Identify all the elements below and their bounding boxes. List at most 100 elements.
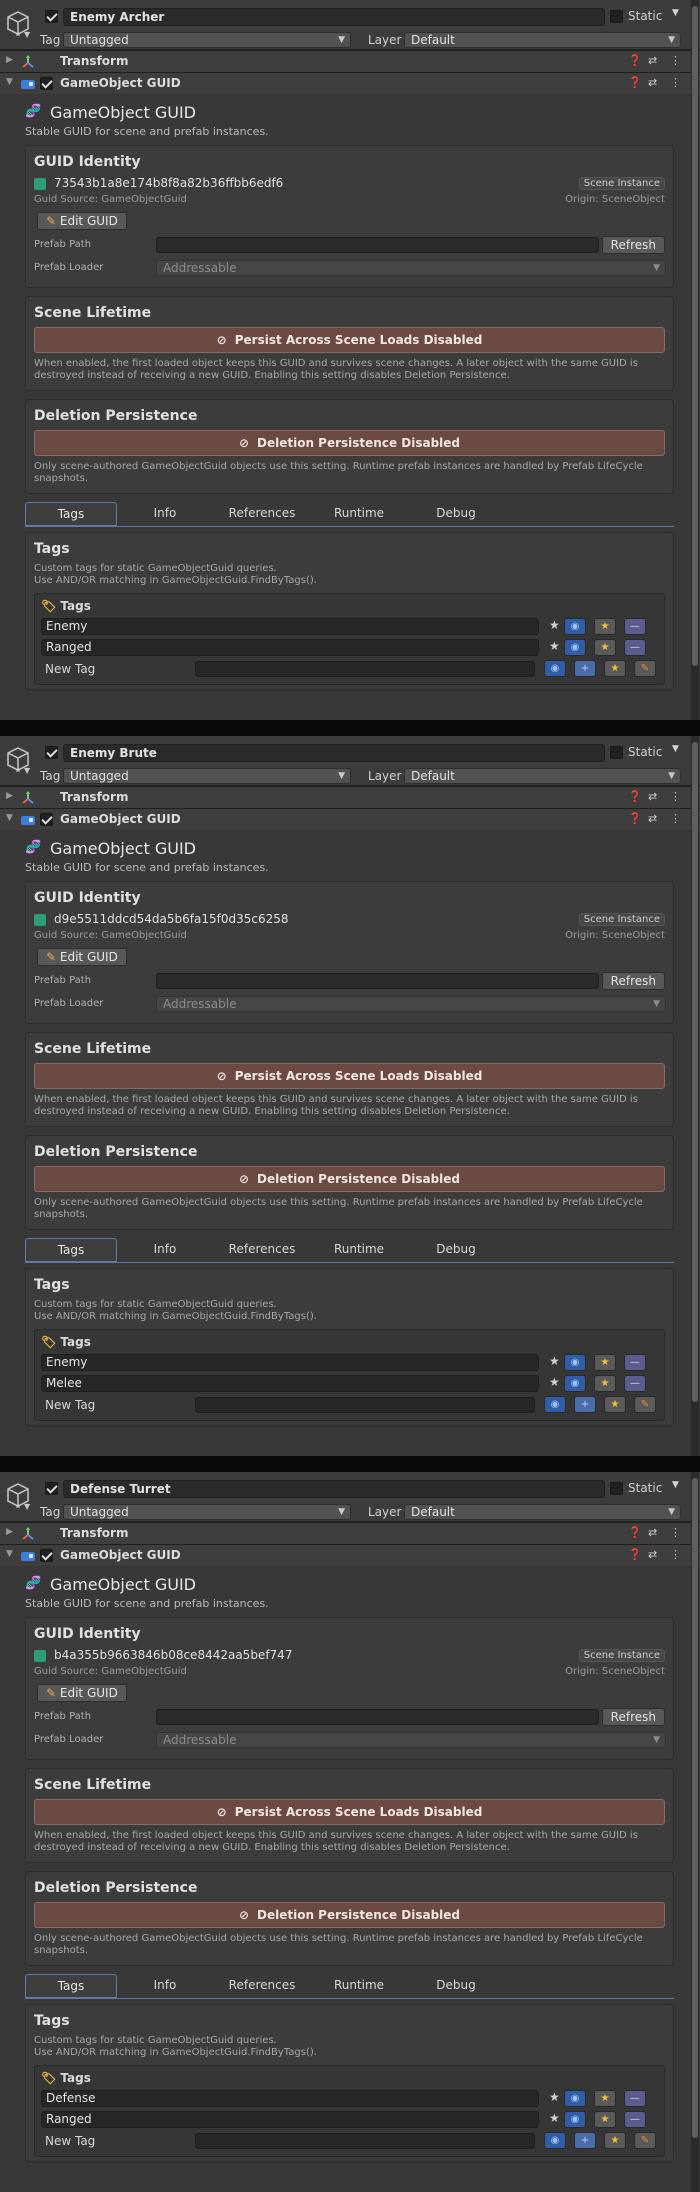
scrollbar-thumb[interactable]: [692, 742, 698, 1402]
prefab-path-field[interactable]: [156, 1709, 599, 1725]
deletion-toggle-button[interactable]: ⊘ Deletion Persistence Disabled: [34, 1902, 665, 1928]
icon-dropdown-arrow-icon[interactable]: ▼: [24, 766, 30, 775]
presets-icon[interactable]: ⇄: [648, 812, 657, 825]
tag-field[interactable]: Enemy: [41, 618, 539, 635]
static-checkbox[interactable]: [610, 1482, 623, 1495]
star-tag-icon[interactable]: ★: [604, 2132, 626, 2149]
static-dropdown-arrow-icon[interactable]: ▼: [672, 1480, 679, 1490]
remove-tag-icon[interactable]: —: [624, 1354, 646, 1371]
new-tag-input[interactable]: [195, 2133, 535, 2149]
prefab-path-field[interactable]: [156, 973, 599, 989]
context-menu-icon[interactable]: ⋮: [670, 812, 681, 825]
tab-tags[interactable]: Tags: [25, 502, 117, 526]
transform-component-header[interactable]: ▶ Transform ❓ ⇄ ⋮: [0, 1522, 700, 1544]
static-dropdown-arrow-icon[interactable]: ▼: [672, 744, 679, 754]
tab-references[interactable]: References: [213, 502, 311, 526]
component-enabled-checkbox[interactable]: [40, 77, 53, 90]
static-checkbox[interactable]: [610, 10, 623, 23]
prefab-path-field[interactable]: [156, 237, 599, 253]
presets-icon[interactable]: ⇄: [648, 54, 657, 67]
tab-debug[interactable]: Debug: [407, 502, 505, 526]
context-menu-icon[interactable]: ⋮: [670, 54, 681, 67]
tag-field[interactable]: Enemy: [41, 1354, 539, 1371]
help-icon[interactable]: ❓: [628, 76, 642, 89]
favorite-star-icon[interactable]: ★: [594, 618, 616, 635]
layer-dropdown[interactable]: Default ▼: [404, 1504, 681, 1520]
icon-dropdown-arrow-icon[interactable]: ▼: [24, 30, 30, 39]
help-icon[interactable]: ❓: [628, 812, 642, 825]
remove-tag-icon[interactable]: —: [624, 2090, 646, 2107]
star-outline-icon[interactable]: ★: [549, 2111, 560, 2125]
active-checkbox[interactable]: [45, 746, 58, 759]
tag-field[interactable]: Ranged: [41, 2111, 539, 2128]
search-tag-icon[interactable]: ◉: [564, 2111, 586, 2128]
tab-debug[interactable]: Debug: [407, 1974, 505, 1998]
scrollbar[interactable]: [691, 736, 699, 1456]
new-tag-input[interactable]: [195, 661, 535, 677]
deletion-toggle-button[interactable]: ⊘ Deletion Persistence Disabled: [34, 1166, 665, 1192]
active-checkbox[interactable]: [45, 1482, 58, 1495]
tab-references[interactable]: References: [213, 1974, 311, 1998]
star-tag-icon[interactable]: ★: [604, 660, 626, 677]
transform-component-header[interactable]: ▶ Transform ❓ ⇄ ⋮: [0, 786, 700, 808]
object-name-field[interactable]: Enemy Archer: [63, 8, 605, 26]
clear-tag-icon[interactable]: ✎: [634, 660, 656, 677]
add-tag-icon[interactable]: +: [574, 1396, 596, 1413]
foldout-collapsed-icon[interactable]: ▶: [6, 791, 13, 801]
persist-toggle-button[interactable]: ⊘ Persist Across Scene Loads Disabled: [34, 327, 665, 353]
foldout-collapsed-icon[interactable]: ▶: [6, 55, 13, 65]
tag-dropdown[interactable]: Untagged ▼: [63, 768, 351, 784]
star-outline-icon[interactable]: ★: [549, 1375, 560, 1389]
persist-toggle-button[interactable]: ⊘ Persist Across Scene Loads Disabled: [34, 1063, 665, 1089]
context-menu-icon[interactable]: ⋮: [670, 790, 681, 803]
star-outline-icon[interactable]: ★: [549, 1354, 560, 1368]
tag-dropdown[interactable]: Untagged ▼: [63, 32, 351, 48]
scrollbar[interactable]: [691, 0, 699, 720]
component-enabled-checkbox[interactable]: [40, 1549, 53, 1562]
component-enabled-checkbox[interactable]: [40, 813, 53, 826]
add-tag-icon[interactable]: +: [574, 2132, 596, 2149]
transform-component-header[interactable]: ▶ Transform ❓ ⇄ ⋮: [0, 50, 700, 72]
tab-runtime[interactable]: Runtime: [311, 1238, 407, 1262]
guid-component-header[interactable]: ▼ GameObject GUID ❓ ⇄ ⋮: [0, 1544, 700, 1566]
remove-tag-icon[interactable]: —: [624, 1375, 646, 1392]
clear-tag-icon[interactable]: ✎: [634, 1396, 656, 1413]
tag-field[interactable]: Melee: [41, 1375, 539, 1392]
guid-component-header[interactable]: ▼ GameObject GUID ❓ ⇄ ⋮: [0, 808, 700, 830]
search-tag-icon[interactable]: ◉: [564, 618, 586, 635]
search-tag-icon[interactable]: ◉: [564, 2090, 586, 2107]
presets-icon[interactable]: ⇄: [648, 1526, 657, 1539]
search-tag-icon[interactable]: ◉: [544, 660, 566, 677]
tab-tags[interactable]: Tags: [25, 1238, 117, 1262]
remove-tag-icon[interactable]: —: [624, 618, 646, 635]
active-checkbox[interactable]: [45, 10, 58, 23]
foldout-expanded-icon[interactable]: ▼: [6, 1549, 13, 1559]
refresh-button[interactable]: Refresh: [601, 1708, 665, 1726]
scrollbar[interactable]: [691, 1472, 699, 2192]
favorite-star-icon[interactable]: ★: [594, 2090, 616, 2107]
context-menu-icon[interactable]: ⋮: [670, 76, 681, 89]
help-icon[interactable]: ❓: [628, 790, 642, 803]
tag-dropdown[interactable]: Untagged ▼: [63, 1504, 351, 1520]
help-icon[interactable]: ❓: [628, 54, 642, 67]
object-name-field[interactable]: Enemy Brute: [63, 744, 605, 762]
tab-info[interactable]: Info: [117, 1974, 213, 1998]
remove-tag-icon[interactable]: —: [624, 639, 646, 656]
tab-info[interactable]: Info: [117, 502, 213, 526]
tag-field[interactable]: Ranged: [41, 639, 539, 656]
presets-icon[interactable]: ⇄: [648, 1548, 657, 1561]
remove-tag-icon[interactable]: —: [624, 2111, 646, 2128]
presets-icon[interactable]: ⇄: [648, 790, 657, 803]
star-outline-icon[interactable]: ★: [549, 639, 560, 653]
refresh-button[interactable]: Refresh: [601, 236, 665, 254]
scrollbar-thumb[interactable]: [692, 6, 698, 666]
edit-guid-button[interactable]: ✎ Edit GUID: [37, 212, 127, 230]
layer-dropdown[interactable]: Default ▼: [404, 768, 681, 784]
edit-guid-button[interactable]: ✎ Edit GUID: [37, 948, 127, 966]
search-tag-icon[interactable]: ◉: [564, 1354, 586, 1371]
edit-guid-button[interactable]: ✎ Edit GUID: [37, 1684, 127, 1702]
guid-component-header[interactable]: ▼ GameObject GUID ❓ ⇄ ⋮: [0, 72, 700, 94]
icon-dropdown-arrow-icon[interactable]: ▼: [24, 1502, 30, 1511]
context-menu-icon[interactable]: ⋮: [670, 1548, 681, 1561]
foldout-expanded-icon[interactable]: ▼: [6, 813, 13, 823]
